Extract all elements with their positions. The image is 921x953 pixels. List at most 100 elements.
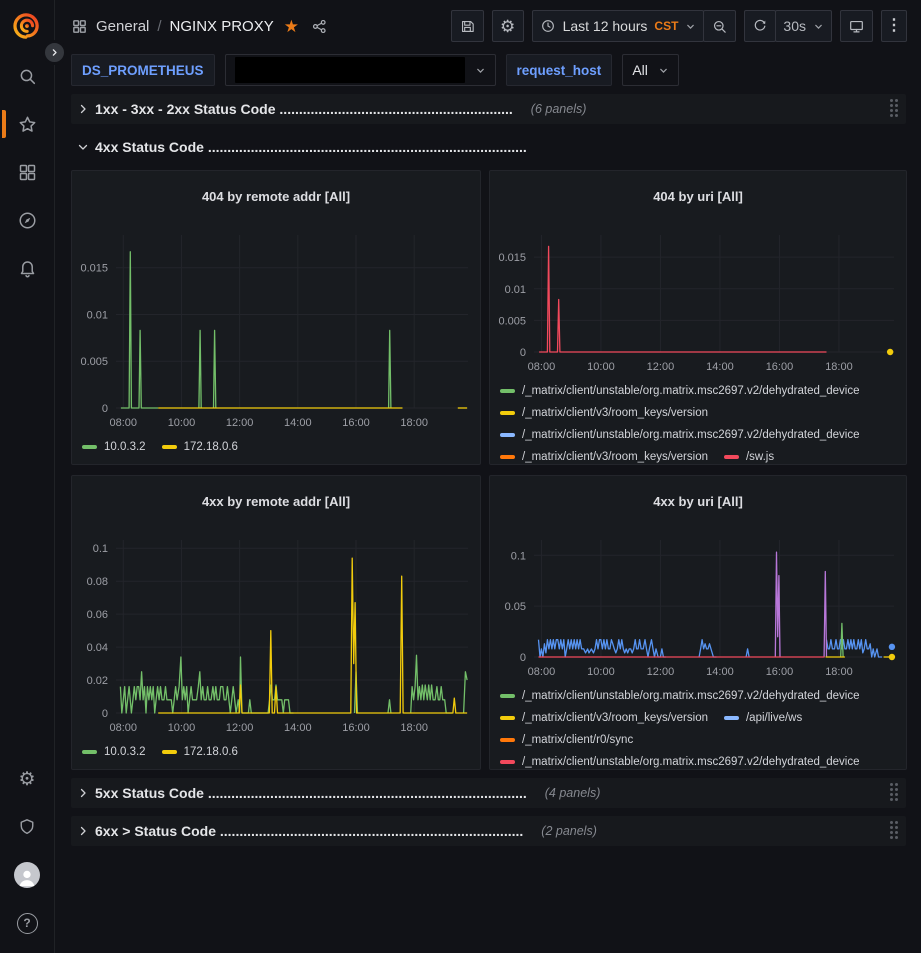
legend-item[interactable]: 172.18.0.6 bbox=[162, 746, 238, 758]
admin-shield-icon[interactable] bbox=[3, 803, 51, 851]
breadcrumb-separator: / bbox=[157, 18, 161, 35]
svg-text:0.01: 0.01 bbox=[505, 283, 526, 295]
svg-text:0: 0 bbox=[102, 708, 108, 720]
svg-text:0: 0 bbox=[520, 652, 526, 664]
time-range-picker[interactable]: Last 12 hours CST bbox=[532, 10, 705, 42]
variables-bar: DS_PROMETHEUS request_host All bbox=[55, 52, 921, 88]
row-header-6xx[interactable]: 6xx > Status Code ......................… bbox=[71, 816, 906, 846]
row-header-1xx-3xx-2xx[interactable]: 1xx - 3xx - 2xx Status Code ............… bbox=[71, 94, 906, 124]
row-drag-handle[interactable] bbox=[890, 821, 898, 839]
svg-text:18:00: 18:00 bbox=[400, 417, 428, 429]
panel-4xx-by-uri: 4xx by uri [All] 00.050.108:0010:0012:00… bbox=[489, 475, 907, 770]
legend-item[interactable]: /_matrix/client/v3/room_keys/version bbox=[500, 451, 708, 463]
legend-item[interactable]: /_matrix/client/unstable/org.matrix.msc2… bbox=[500, 385, 860, 397]
svg-text:0: 0 bbox=[102, 403, 108, 415]
starred-dashboards-icon[interactable] bbox=[3, 100, 51, 148]
legend-swatch bbox=[500, 455, 515, 459]
legend-item[interactable]: 172.18.0.6 bbox=[162, 441, 238, 453]
variable-label-request-host[interactable]: request_host bbox=[506, 54, 613, 86]
cycle-view-mode-button[interactable] bbox=[840, 10, 873, 42]
variable-label-ds-prometheus[interactable]: DS_PROMETHEUS bbox=[71, 54, 215, 86]
share-icon[interactable] bbox=[311, 18, 328, 35]
help-icon[interactable]: ? bbox=[3, 899, 51, 947]
panel-4xx-by-remote-addr: 4xx by remote addr [All] 00.020.040.060.… bbox=[71, 475, 481, 770]
more-options-button[interactable]: ⋮ bbox=[881, 10, 907, 42]
variable-select-ds-prometheus[interactable] bbox=[225, 54, 496, 86]
legend-swatch bbox=[82, 445, 97, 449]
legend-item[interactable]: /_matrix/client/unstable/org.matrix.msc2… bbox=[500, 690, 860, 702]
dashboard-settings-button[interactable]: ⚙ bbox=[492, 10, 524, 42]
star-filled-icon[interactable]: ★ bbox=[284, 18, 299, 35]
panel-title[interactable]: 4xx by remote addr [All] bbox=[72, 487, 480, 517]
dashboard-title[interactable]: NGINX PROXY bbox=[170, 18, 274, 35]
zoom-out-time-button[interactable] bbox=[703, 10, 736, 42]
sidebar-expand-button[interactable] bbox=[42, 40, 67, 65]
panel-grid: 404 by remote addr [All] 00.0050.010.015… bbox=[71, 170, 906, 770]
refresh-controls: 30s bbox=[744, 10, 832, 42]
panel-legend: /_matrix/client/unstable/org.matrix.msc2… bbox=[490, 683, 906, 769]
legend-item[interactable]: /_matrix/client/v3/room_keys/version bbox=[500, 407, 708, 419]
row-drag-handle[interactable] bbox=[890, 99, 898, 117]
time-series-chart[interactable]: 00.0050.010.01508:0010:0012:0014:0016:00… bbox=[490, 223, 906, 378]
svg-text:14:00: 14:00 bbox=[706, 666, 734, 678]
user-avatar[interactable] bbox=[3, 851, 51, 899]
svg-text:0.05: 0.05 bbox=[505, 601, 526, 613]
variable-select-request-host[interactable]: All bbox=[622, 54, 679, 86]
legend-swatch bbox=[162, 750, 177, 754]
redacted-value bbox=[235, 57, 465, 83]
chevron-down-icon bbox=[813, 21, 824, 32]
svg-text:18:00: 18:00 bbox=[825, 361, 853, 373]
legend-item[interactable]: 10.0.3.2 bbox=[82, 441, 146, 453]
svg-text:08:00: 08:00 bbox=[528, 361, 556, 373]
legend-swatch bbox=[82, 750, 97, 754]
legend-item[interactable]: /_matrix/client/unstable/org.matrix.msc2… bbox=[500, 756, 860, 768]
active-section-indicator bbox=[2, 110, 6, 138]
legend-label: /sw.js bbox=[746, 451, 774, 463]
row-panel-count: (4 panels) bbox=[545, 786, 601, 800]
legend-item[interactable]: /_matrix/client/v3/room_keys/version bbox=[500, 712, 708, 724]
legend-label: /api/live/ws bbox=[746, 712, 802, 724]
chevron-right-icon bbox=[77, 103, 89, 115]
panel-title[interactable]: 404 by remote addr [All] bbox=[72, 182, 480, 212]
svg-text:0.01: 0.01 bbox=[87, 309, 108, 321]
legend-item[interactable]: 10.0.3.2 bbox=[82, 746, 146, 758]
legend-item[interactable]: /api/live/ws bbox=[724, 712, 802, 724]
svg-text:08:00: 08:00 bbox=[528, 666, 556, 678]
panel-title[interactable]: 404 by uri [All] bbox=[490, 182, 906, 212]
svg-text:18:00: 18:00 bbox=[400, 722, 428, 734]
svg-text:0.06: 0.06 bbox=[87, 609, 108, 621]
svg-text:14:00: 14:00 bbox=[706, 361, 734, 373]
svg-text:12:00: 12:00 bbox=[647, 361, 675, 373]
time-series-chart[interactable]: 00.020.040.060.080.108:0010:0012:0014:00… bbox=[72, 528, 480, 739]
chart-svg: 00.020.040.060.080.108:0010:0012:0014:00… bbox=[72, 528, 480, 739]
alerting-bell-icon[interactable] bbox=[3, 244, 51, 292]
dashboards-icon[interactable] bbox=[3, 148, 51, 196]
chevron-right-icon bbox=[77, 787, 89, 799]
explore-compass-icon[interactable] bbox=[3, 196, 51, 244]
chart-svg: 00.0050.010.01508:0010:0012:0014:0016:00… bbox=[72, 223, 480, 434]
svg-text:0.04: 0.04 bbox=[87, 642, 108, 654]
time-controls: Last 12 hours CST bbox=[532, 10, 737, 42]
row-header-4xx[interactable]: 4xx Status Code ........................… bbox=[71, 132, 906, 162]
save-dashboard-button[interactable] bbox=[451, 10, 484, 42]
legend-item[interactable]: /sw.js bbox=[724, 451, 774, 463]
svg-text:0: 0 bbox=[520, 347, 526, 359]
panel-legend: 10.0.3.2 172.18.0.6 bbox=[72, 739, 480, 769]
legend-item[interactable]: /_matrix/client/r0/sync bbox=[500, 734, 633, 746]
legend-swatch bbox=[500, 760, 515, 764]
svg-text:10:00: 10:00 bbox=[168, 722, 196, 734]
row-title: 6xx > Status Code ......................… bbox=[95, 823, 523, 839]
refresh-button[interactable] bbox=[744, 10, 776, 42]
server-admin-gear-icon[interactable]: ⚙ bbox=[3, 755, 51, 803]
breadcrumb-folder[interactable]: General bbox=[96, 18, 149, 35]
row-header-5xx[interactable]: 5xx Status Code ........................… bbox=[71, 778, 906, 808]
panel-legend: 10.0.3.2 172.18.0.6 bbox=[72, 434, 480, 464]
row-drag-handle[interactable] bbox=[890, 783, 898, 801]
legend-label: /_matrix/client/v3/room_keys/version bbox=[522, 407, 708, 419]
legend-item[interactable]: /_matrix/client/unstable/org.matrix.msc2… bbox=[500, 429, 860, 441]
panel-title[interactable]: 4xx by uri [All] bbox=[490, 487, 906, 517]
time-series-chart[interactable]: 00.050.108:0010:0012:0014:0016:0018:00 bbox=[490, 528, 906, 683]
refresh-interval-picker[interactable]: 30s bbox=[775, 10, 832, 42]
refresh-interval-label: 30s bbox=[783, 18, 806, 34]
time-series-chart[interactable]: 00.0050.010.01508:0010:0012:0014:0016:00… bbox=[72, 223, 480, 434]
